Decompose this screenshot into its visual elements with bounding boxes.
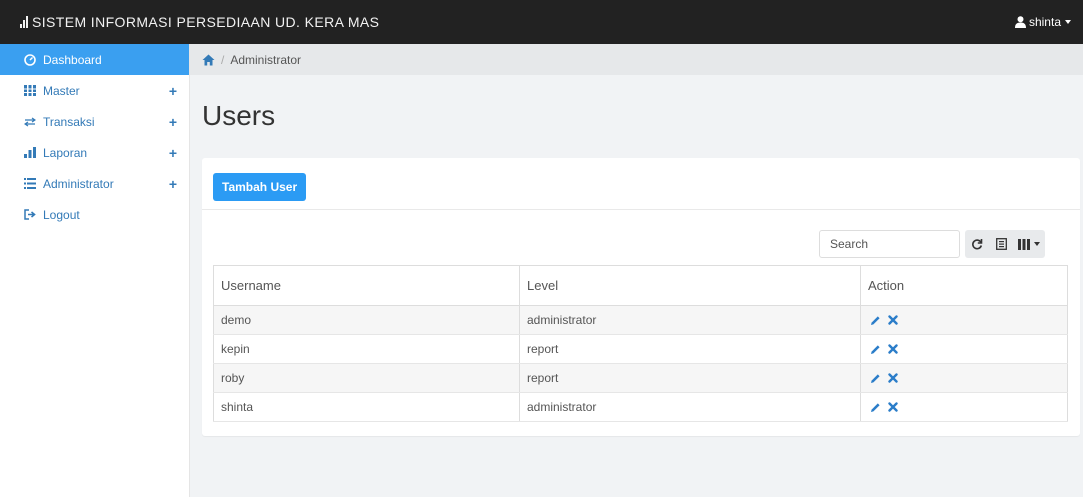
toolbar-button-group [965, 230, 1045, 258]
cell-username: kepin [213, 334, 520, 364]
sidebar-item-master[interactable]: Master + [0, 75, 189, 106]
grid-icon [23, 85, 37, 97]
app-title: SISTEM INFORMASI PERSEDIAAN UD. KERA MAS [32, 14, 380, 30]
expand-plus-icon[interactable]: + [169, 176, 177, 192]
username-label: shinta [1028, 15, 1061, 29]
sidebar: Dashboard Master + Transaksi + Laporan +… [0, 44, 190, 497]
column-header-username[interactable]: Username [213, 265, 520, 306]
add-user-button[interactable]: Tambah User [213, 173, 307, 201]
sidebar-item-transaksi[interactable]: Transaksi + [0, 106, 189, 137]
delete-icon[interactable] [886, 371, 900, 385]
edit-icon[interactable] [868, 342, 882, 356]
action-group [868, 400, 1067, 414]
sidebar-item-label: Dashboard [43, 52, 102, 67]
cell-level: report [519, 363, 861, 393]
sidebar-item-label: Laporan [43, 145, 88, 160]
bar-chart-icon [20, 16, 28, 28]
sidebar-item-label: Transaksi [43, 114, 95, 129]
user-icon [1014, 16, 1026, 28]
caret-down-icon [1034, 242, 1040, 246]
refresh-button[interactable] [965, 230, 989, 258]
action-group [868, 313, 1067, 327]
search-input[interactable] [819, 230, 960, 258]
cell-level: administrator [519, 305, 861, 335]
list-icon [23, 178, 37, 190]
sidebar-item-label: Master [43, 83, 80, 98]
sidebar-item-label: Administrator [43, 176, 114, 191]
sidebar-item-logout[interactable]: Logout [0, 199, 189, 230]
action-group [868, 371, 1067, 385]
logout-icon [23, 209, 37, 221]
brand[interactable]: SISTEM INFORMASI PERSEDIAAN UD. KERA MAS [20, 14, 379, 30]
breadcrumb: / Administrator [190, 44, 1083, 75]
home-icon[interactable] [202, 54, 215, 66]
sidebar-item-laporan[interactable]: Laporan + [0, 137, 189, 168]
expand-plus-icon[interactable]: + [169, 83, 177, 99]
breadcrumb-current: Administrator [230, 52, 302, 67]
cell-username: roby [213, 363, 520, 393]
breadcrumb-separator: / [221, 52, 225, 67]
sidebar-item-administrator[interactable]: Administrator + [0, 168, 189, 199]
cell-level: administrator [519, 392, 861, 422]
bar-chart-icon [23, 147, 37, 159]
cell-action [860, 392, 1068, 422]
cell-action [860, 305, 1068, 335]
table-row: demo administrator [213, 305, 1068, 335]
sidebar-item-label: Logout [43, 207, 80, 222]
expand-plus-icon[interactable]: + [169, 114, 177, 130]
delete-icon[interactable] [886, 342, 900, 356]
delete-icon[interactable] [886, 400, 900, 414]
edit-icon[interactable] [868, 371, 882, 385]
table-row: kepin report [213, 334, 1068, 364]
cell-action [860, 363, 1068, 393]
table-row: roby report [213, 363, 1068, 393]
cell-level: report [519, 334, 861, 364]
toggle-view-icon [995, 238, 1007, 250]
columns-dropdown-button[interactable] [1013, 230, 1045, 258]
edit-icon[interactable] [868, 313, 882, 327]
action-group [868, 342, 1067, 356]
table-toolbar [819, 230, 1045, 258]
table-row: shinta administrator [213, 392, 1068, 422]
dashboard-icon [23, 53, 37, 66]
transfer-icon [23, 116, 37, 128]
column-header-action[interactable]: Action [860, 265, 1068, 306]
top-navbar: SISTEM INFORMASI PERSEDIAAN UD. KERA MAS… [0, 0, 1083, 44]
user-menu[interactable]: shinta [1014, 15, 1071, 29]
cell-username: shinta [213, 392, 520, 422]
cell-username: demo [213, 305, 520, 335]
page-title: Users [202, 100, 276, 131]
panel-header: Tambah User [202, 158, 1080, 210]
table-header-row: Username Level Action [213, 265, 1068, 306]
users-table: Username Level Action demo administrator k… [213, 265, 1068, 422]
caret-down-icon [1065, 20, 1071, 24]
expand-plus-icon[interactable]: + [169, 145, 177, 161]
column-header-level[interactable]: Level [519, 265, 861, 306]
refresh-icon [972, 239, 983, 250]
toggle-view-button[interactable] [989, 230, 1013, 258]
columns-icon [1018, 238, 1030, 250]
sidebar-item-dashboard[interactable]: Dashboard [0, 44, 189, 75]
users-panel: Tambah User Username Level Action demoad… [202, 158, 1080, 436]
delete-icon[interactable] [886, 313, 900, 327]
edit-icon[interactable] [868, 400, 882, 414]
cell-action [860, 334, 1068, 364]
